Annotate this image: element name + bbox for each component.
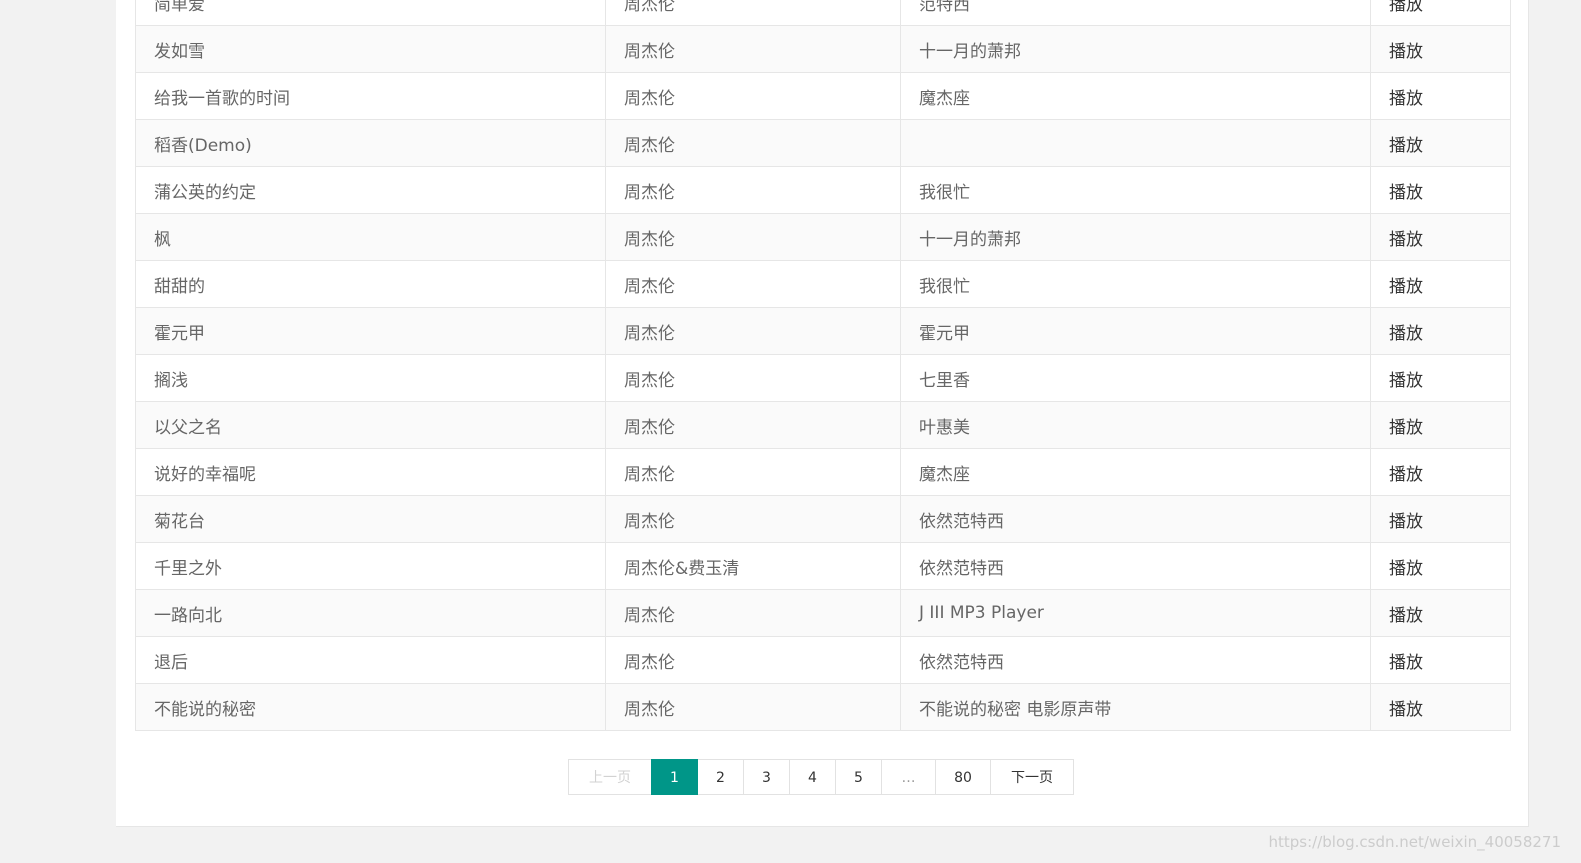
song-album-cell: 叶惠美 <box>900 401 1371 449</box>
play-button[interactable]: 播放 <box>1370 25 1511 73</box>
table-row: 发如雪 周杰伦 十一月的萧邦 播放 <box>135 25 1511 73</box>
song-title-cell: 千里之外 <box>135 542 606 590</box>
song-title-cell: 枫 <box>135 213 606 261</box>
table-row: 枫周杰伦 十一月的萧邦 播放 <box>135 213 1511 261</box>
song-artist-cell: 周杰伦 <box>605 166 901 214</box>
song-title-cell: 不能说的秘密 <box>135 683 606 731</box>
page-5-button[interactable]: 5 <box>835 759 882 795</box>
table-row: 给我一首歌的时间 周杰伦 魔杰座 播放 <box>135 72 1511 120</box>
song-artist-cell: 周杰伦 <box>605 448 901 496</box>
song-artist-cell: 周杰伦 <box>605 401 901 449</box>
song-title-cell: 简单爱 <box>135 0 606 26</box>
page-1-button[interactable]: 1 <box>651 759 698 795</box>
song-album-cell: 我很忙 <box>900 260 1371 308</box>
song-artist-cell: 周杰伦 <box>605 495 901 543</box>
song-title-cell: 退后 <box>135 636 606 684</box>
song-title-cell: 发如雪 <box>135 25 606 73</box>
song-album-cell: 依然范特西 <box>900 542 1371 590</box>
table-row: 千里之外 周杰伦&费玉清 依然范特西 播放 <box>135 542 1511 590</box>
song-title-cell: 菊花台 <box>135 495 606 543</box>
pagination: 上一页 1 2 3 4 5 … 80 下一页 <box>568 759 1074 795</box>
table-row: 霍元甲 周杰伦 霍元甲 播放 <box>135 307 1511 355</box>
table-row: 不能说的秘密 周杰伦 不能说的秘密 电影原声带 播放 <box>135 683 1511 731</box>
play-button[interactable]: 播放 <box>1370 119 1511 167</box>
song-artist-cell: 周杰伦 <box>605 213 901 261</box>
song-album-cell: 依然范特西 <box>900 495 1371 543</box>
song-artist-cell: 周杰伦&费玉清 <box>605 542 901 590</box>
play-button[interactable]: 播放 <box>1370 213 1511 261</box>
song-album-cell: 范特西 <box>900 0 1371 26</box>
song-title-cell: 蒲公英的约定 <box>135 166 606 214</box>
play-button[interactable]: 播放 <box>1370 495 1511 543</box>
song-album-cell: 依然范特西 <box>900 636 1371 684</box>
watermark: https://blog.csdn.net/weixin_40058271 <box>1268 833 1561 851</box>
play-button[interactable]: 播放 <box>1370 683 1511 731</box>
table-row: 稻香(Demo) 周杰伦 播放 <box>135 119 1511 167</box>
play-button[interactable]: 播放 <box>1370 166 1511 214</box>
song-album-cell: 不能说的秘密 电影原声带 <box>900 683 1371 731</box>
song-album-cell <box>900 119 1371 167</box>
song-artist-cell: 周杰伦 <box>605 119 901 167</box>
song-album-cell: J III MP3 Player <box>900 589 1371 637</box>
play-button[interactable]: 播放 <box>1370 354 1511 402</box>
song-title-cell: 以父之名 <box>135 401 606 449</box>
prev-page-button[interactable]: 上一页 <box>568 759 652 795</box>
pagination-ellipsis: … <box>881 759 936 795</box>
play-button[interactable]: 播放 <box>1370 448 1511 496</box>
table-row: 搁浅 周杰伦 七里香 播放 <box>135 354 1511 402</box>
page-3-button[interactable]: 3 <box>743 759 790 795</box>
page-4-button[interactable]: 4 <box>789 759 836 795</box>
song-album-cell: 十一月的萧邦 <box>900 213 1371 261</box>
song-artist-cell: 周杰伦 <box>605 683 901 731</box>
play-button[interactable]: 播放 <box>1370 636 1511 684</box>
song-album-cell: 魔杰座 <box>900 72 1371 120</box>
song-artist-cell: 周杰伦 <box>605 354 901 402</box>
song-album-cell: 十一月的萧邦 <box>900 25 1371 73</box>
song-title-cell: 一路向北 <box>135 589 606 637</box>
song-artist-cell: 周杰伦 <box>605 589 901 637</box>
play-button[interactable]: 播放 <box>1370 0 1511 26</box>
song-artist-cell: 周杰伦 <box>605 0 901 26</box>
song-artist-cell: 周杰伦 <box>605 25 901 73</box>
song-title-cell: 甜甜的 <box>135 260 606 308</box>
song-album-cell: 魔杰座 <box>900 448 1371 496</box>
play-button[interactable]: 播放 <box>1370 589 1511 637</box>
play-button[interactable]: 播放 <box>1370 72 1511 120</box>
song-table: 简单爱 周杰伦 范特西 播放 发如雪 周杰伦 十一月的萧邦 播放 给我一首歌的时间 周杰伦 魔杰座播… <box>135 0 1511 731</box>
song-title-cell: 说好的幸福呢 <box>135 448 606 496</box>
page-last-button[interactable]: 80 <box>935 759 991 795</box>
table-row: 退后 周杰伦 依然范特西 播放 <box>135 636 1511 684</box>
song-artist-cell: 周杰伦 <box>605 260 901 308</box>
table-row: 蒲公英的约定 周杰伦 我很忙 播放 <box>135 166 1511 214</box>
song-album-cell: 霍元甲 <box>900 307 1371 355</box>
song-table-container: 简单爱 周杰伦 范特西 播放 发如雪 周杰伦 十一月的萧邦 播放 给我一首歌的时间 周杰伦 魔杰座播… <box>135 0 1511 731</box>
song-artist-cell: 周杰伦 <box>605 72 901 120</box>
table-row: 甜甜的 周杰伦 我很忙 播放 <box>135 260 1511 308</box>
table-row: 说好的幸福呢 周杰伦 魔杰座 播放 <box>135 448 1511 496</box>
song-title-cell: 稻香(Demo) <box>135 119 606 167</box>
song-table-body: 简单爱 周杰伦 范特西 播放 发如雪 周杰伦 十一月的萧邦 播放 给我一首歌的时间 周杰伦 魔杰座播… <box>135 0 1511 731</box>
song-album-cell: 我很忙 <box>900 166 1371 214</box>
table-row: 以父之名 周杰伦 叶惠美 播放 <box>135 401 1511 449</box>
song-title-cell: 霍元甲 <box>135 307 606 355</box>
song-artist-cell: 周杰伦 <box>605 307 901 355</box>
song-title-cell: 搁浅 <box>135 354 606 402</box>
play-button[interactable]: 播放 <box>1370 542 1511 590</box>
song-artist-cell: 周杰伦 <box>605 636 901 684</box>
page-2-button[interactable]: 2 <box>697 759 744 795</box>
song-title-cell: 给我一首歌的时间 <box>135 72 606 120</box>
table-row: 简单爱 周杰伦 范特西 播放 <box>135 0 1511 26</box>
table-row: 菊花台 周杰伦 依然范特西 播放 <box>135 495 1511 543</box>
table-row: 一路向北 周杰伦 J III MP3 Player 播放 <box>135 589 1511 637</box>
song-album-cell: 七里香 <box>900 354 1371 402</box>
play-button[interactable]: 播放 <box>1370 307 1511 355</box>
play-button[interactable]: 播放 <box>1370 260 1511 308</box>
play-button[interactable]: 播放 <box>1370 401 1511 449</box>
next-page-button[interactable]: 下一页 <box>990 759 1074 795</box>
